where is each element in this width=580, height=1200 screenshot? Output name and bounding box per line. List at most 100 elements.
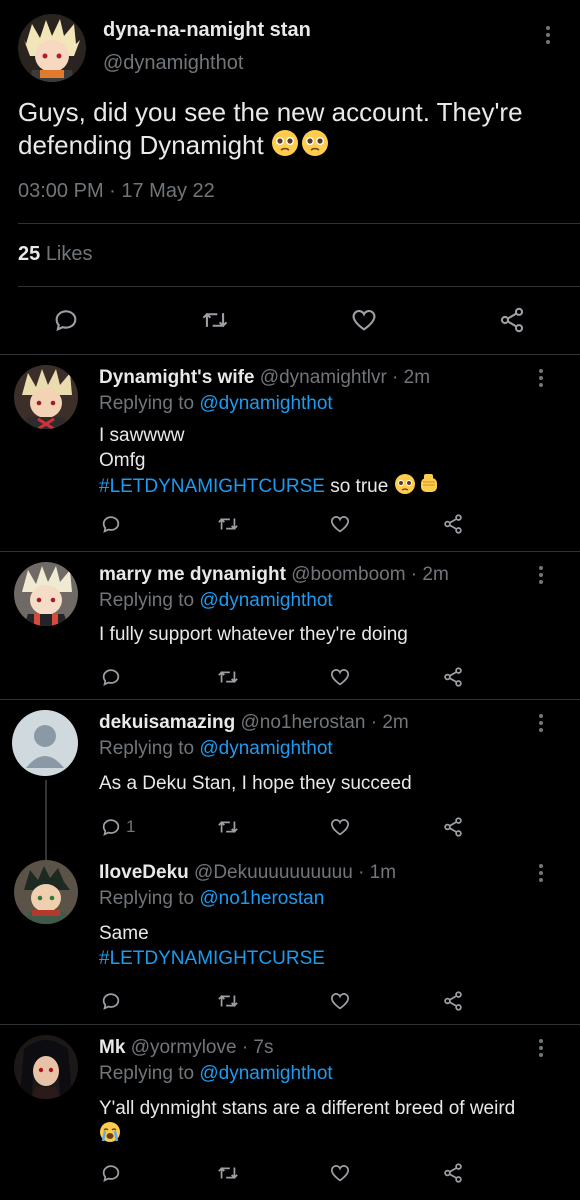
likes-label: Likes (45, 243, 93, 265)
reply-tweet[interactable]: dekuisamazing @no1herostan · 2m Replying… (0, 700, 580, 860)
reply-display-name[interactable]: Dynamight's wife (99, 367, 255, 388)
reply-display-name[interactable]: dekuisamazing (99, 712, 235, 733)
more-options-icon[interactable] (538, 566, 544, 584)
reply-avatar[interactable] (14, 365, 78, 429)
reply-icon[interactable] (52, 306, 80, 334)
main-handle[interactable]: @dynamighthot (103, 52, 243, 75)
likes-number: 25 (18, 243, 41, 265)
more-options-icon[interactable] (538, 714, 544, 732)
reply-icon[interactable]: 1 (100, 816, 135, 838)
reply-text-fragment: so true (324, 476, 389, 497)
main-avatar[interactable] (18, 14, 86, 82)
main-timestamp[interactable]: 03:00 PM · 17 May 22 (18, 180, 215, 203)
replying-to-link[interactable]: @dynamighthot (199, 738, 332, 759)
reply-tweet[interactable]: Mk @yormylove · 7s Replying to @dynamigh… (0, 1025, 580, 1200)
share-icon[interactable] (442, 990, 464, 1012)
reply-text-line: I sawwww (99, 425, 185, 446)
main-tweet-text: Guys, did you see the new account. They'… (18, 96, 563, 165)
reply-header: dekuisamazing @no1herostan · 2m (99, 712, 409, 734)
reply-header: IloveDeku @Dekuuuuuuuuuu · 1m (99, 862, 396, 884)
reply-action-bar (0, 666, 580, 696)
hashtag-link[interactable]: #LETDYNAMIGHTCURSE (99, 476, 325, 497)
reply-icon[interactable] (100, 1162, 122, 1184)
pleading-face-emoji (271, 129, 331, 165)
like-icon[interactable] (329, 816, 351, 838)
replying-to: Replying to @dynamighthot (99, 1063, 333, 1085)
reply-display-name[interactable]: Mk (99, 1037, 125, 1058)
reply-icon[interactable] (100, 990, 122, 1012)
replying-to-label: Replying to (99, 1063, 195, 1084)
reply-tweet[interactable]: Dynamight's wife @dynamightlvr · 2m Repl… (0, 355, 580, 552)
reply-handle[interactable]: @yormylove · 7s (131, 1037, 274, 1058)
reply-handle[interactable]: @boomboom · 2m (291, 564, 449, 585)
reply-text-line: As a Deku Stan, I hope they succeed (99, 773, 412, 794)
reply-tweet[interactable]: IloveDeku @Dekuuuuuuuuuu · 1m Replying t… (0, 850, 580, 1025)
replying-to: Replying to @dynamighthot (99, 738, 333, 760)
like-icon[interactable] (329, 513, 351, 535)
retweet-icon[interactable] (200, 306, 230, 334)
share-icon[interactable] (498, 306, 526, 334)
loudly-crying-face-emoji (99, 1121, 121, 1150)
main-tweet: dyna-na-namight stan @dynamighthot Guys,… (0, 0, 580, 355)
reply-header: Mk @yormylove · 7s (99, 1037, 274, 1059)
divider (18, 223, 580, 224)
reply-text: Same #LETDYNAMIGHTCURSE (99, 921, 559, 971)
replying-to-link[interactable]: @dynamighthot (199, 590, 332, 611)
retweet-icon[interactable] (216, 666, 240, 688)
reply-text: I sawwww Omfg #LETDYNAMIGHTCURSE so true (99, 423, 559, 502)
divider (18, 286, 580, 287)
main-action-bar (0, 300, 580, 340)
share-icon[interactable] (442, 666, 464, 688)
replying-to-link[interactable]: @dynamighthot (199, 1063, 332, 1084)
more-options-icon[interactable] (538, 864, 544, 882)
reply-handle[interactable]: @no1herostan · 2m (241, 712, 409, 733)
retweet-icon[interactable] (216, 513, 240, 535)
replying-to: Replying to @dynamighthot (99, 590, 333, 612)
share-icon[interactable] (442, 513, 464, 535)
replying-to-link[interactable]: @dynamighthot (199, 393, 332, 414)
reply-avatar[interactable] (14, 562, 78, 626)
reply-text-line: Same (99, 923, 149, 944)
reply-avatar[interactable] (14, 860, 78, 924)
reply-icon[interactable] (100, 513, 122, 535)
replying-to: Replying to @dynamighthot (99, 393, 333, 415)
reply-action-bar (0, 990, 580, 1020)
reply-avatar[interactable] (14, 1035, 78, 1099)
reply-display-name[interactable]: IloveDeku (99, 862, 189, 883)
reply-text: Y'all dynmight stans are a different bre… (99, 1096, 529, 1150)
like-icon[interactable] (329, 666, 351, 688)
reply-text: I fully support whatever they're doing (99, 622, 559, 647)
reply-handle[interactable]: @Dekuuuuuuuuuu · 1m (194, 862, 396, 883)
reply-tweet[interactable]: marry me dynamight @boomboom · 2m Replyi… (0, 552, 580, 700)
reply-text: As a Deku Stan, I hope they succeed (99, 771, 559, 796)
reply-text-line: Y'all dynmight stans are a different bre… (99, 1098, 516, 1119)
reply-handle[interactable]: @dynamightlvr · 2m (260, 367, 430, 388)
reply-avatar-default[interactable] (12, 710, 78, 776)
main-display-name[interactable]: dyna-na-namight stan (103, 19, 311, 42)
retweet-icon[interactable] (216, 1162, 240, 1184)
reply-display-name[interactable]: marry me dynamight (99, 564, 286, 585)
more-options-icon[interactable] (538, 369, 544, 387)
reply-action-bar (0, 513, 580, 543)
more-options-icon[interactable] (545, 26, 551, 44)
retweet-icon[interactable] (216, 990, 240, 1012)
reply-icon[interactable] (100, 666, 122, 688)
share-icon[interactable] (442, 1162, 464, 1184)
like-icon[interactable] (329, 1162, 351, 1184)
like-icon[interactable] (350, 306, 378, 334)
reply-text-line: I fully support whatever they're doing (99, 624, 408, 645)
like-icon[interactable] (329, 990, 351, 1012)
reply-text-line: #LETDYNAMIGHTCURSE so true (99, 473, 559, 502)
replying-to-link[interactable]: @no1herostan (199, 888, 324, 909)
reply-text-line: Omfg (99, 450, 146, 471)
share-icon[interactable] (442, 816, 464, 838)
replying-to-label: Replying to (99, 590, 195, 611)
reply-header: marry me dynamight @boomboom · 2m (99, 564, 449, 586)
replying-to: Replying to @no1herostan (99, 888, 324, 910)
likes-count[interactable]: 25 Likes (18, 243, 93, 266)
retweet-icon[interactable] (216, 816, 240, 838)
hashtag-link[interactable]: #LETDYNAMIGHTCURSE (99, 946, 559, 971)
replying-to-label: Replying to (99, 888, 195, 909)
replying-to-label: Replying to (99, 393, 195, 414)
more-options-icon[interactable] (538, 1039, 544, 1057)
